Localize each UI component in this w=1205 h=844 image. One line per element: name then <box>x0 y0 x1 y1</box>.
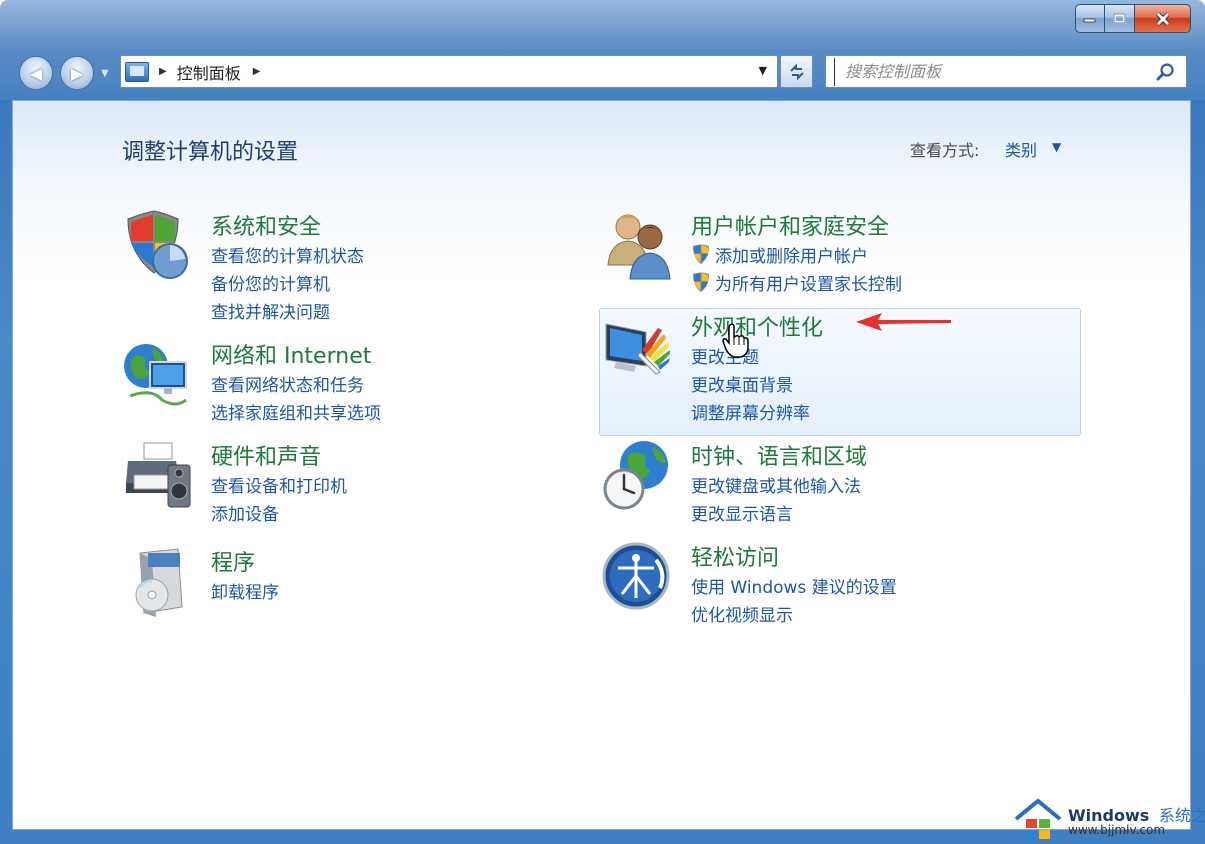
back-button[interactable]: ◀ <box>19 56 53 90</box>
display-palette-icon <box>605 323 670 375</box>
category-title[interactable]: 用户帐户和家庭安全 <box>691 209 889 241</box>
category-link-label: 添加或删除用户帐户 <box>715 247 868 267</box>
close-button[interactable] <box>1135 4 1191 33</box>
category-link[interactable]: 查看网络状态和任务 <box>211 371 364 396</box>
category-link[interactable]: 查找并解决问题 <box>211 298 330 323</box>
watermark-logo-icon <box>1014 798 1062 839</box>
category-title[interactable]: 时钟、语言和区域 <box>691 439 867 471</box>
breadcrumb-chevron-icon[interactable]: ▶ <box>253 66 261 77</box>
hand-cursor-icon <box>722 323 749 358</box>
network-globe-icon <box>124 344 187 406</box>
programs-disc-icon <box>135 548 183 617</box>
page-title: 调整计算机的设置 <box>122 140 299 165</box>
uac-shield-icon <box>693 272 709 292</box>
category-link[interactable]: 更改桌面背景 <box>691 371 793 396</box>
address-dropdown-icon[interactable]: ▼ <box>759 64 767 77</box>
users-icon <box>607 214 671 280</box>
category-title[interactable]: 外观和个性化 <box>691 310 823 342</box>
window-frame: ◀ ▶ ▼ ▶ 控制面板 ▶ ▼ 调整计算机的设置 查看方式: 类别 ▼ <box>0 0 1205 844</box>
uac-shield-icon <box>693 244 709 264</box>
category-link[interactable]: 为所有用户设置家长控制 <box>691 270 902 295</box>
back-arrow-icon: ◀ <box>29 63 43 83</box>
search-icon[interactable] <box>1156 62 1176 82</box>
address-bar[interactable]: ▶ 控制面板 ▶ ▼ <box>120 55 778 88</box>
ease-of-access-icon <box>602 542 670 610</box>
category-link-label: 为所有用户设置家长控制 <box>715 275 902 295</box>
minimize-icon <box>1083 18 1096 22</box>
recent-pages-dropdown-icon[interactable]: ▼ <box>101 68 109 79</box>
category-link[interactable]: 优化视频显示 <box>691 601 793 626</box>
view-by-label: 查看方式: <box>910 141 980 160</box>
category-link[interactable]: 选择家庭组和共享选项 <box>211 399 381 424</box>
refresh-button[interactable] <box>780 55 813 88</box>
category-title[interactable]: 网络和 Internet <box>211 338 371 370</box>
maximize-icon <box>1112 12 1126 24</box>
category-title[interactable]: 硬件和声音 <box>211 439 321 471</box>
refresh-icon <box>789 63 804 80</box>
caption-buttons <box>1075 4 1191 33</box>
printer-speaker-icon <box>126 442 191 508</box>
view-by-dropdown[interactable]: 类别 <box>1005 137 1037 161</box>
search-box[interactable] <box>825 55 1187 88</box>
control-panel-icon <box>125 61 149 82</box>
watermark-url: www.bjjmlv.com <box>1068 823 1166 837</box>
close-icon <box>1155 11 1170 26</box>
category-link[interactable]: 更改键盘或其他输入法 <box>691 472 861 497</box>
content-pane: 调整计算机的设置 查看方式: 类别 ▼ 系统和安全 查看您的计算机状态 备份您的… <box>12 100 1191 830</box>
breadcrumb-chevron-icon[interactable]: ▶ <box>159 66 167 77</box>
category-link[interactable]: 调整屏幕分辨率 <box>691 399 810 424</box>
category-link[interactable]: 备份您的计算机 <box>211 270 330 295</box>
search-input[interactable] <box>834 57 1154 86</box>
category-link[interactable]: 添加或删除用户帐户 <box>691 242 868 267</box>
shield-icon <box>127 210 188 279</box>
breadcrumb-control-panel[interactable]: 控制面板 <box>177 60 241 84</box>
category-link[interactable]: 卸载程序 <box>211 578 279 603</box>
minimize-button[interactable] <box>1075 4 1105 33</box>
watermark: Windows 系统之家 www.bjjmlv.com <box>1010 795 1205 844</box>
maximize-button[interactable] <box>1105 4 1135 33</box>
watermark-site-name: 系统之家 <box>1158 806 1205 825</box>
category-link[interactable]: 查看设备和打印机 <box>211 472 347 497</box>
category-title[interactable]: 轻松访问 <box>691 540 779 572</box>
forward-button[interactable]: ▶ <box>60 56 94 90</box>
clock-globe-icon <box>603 441 668 510</box>
category-link[interactable]: 更改显示语言 <box>691 500 793 525</box>
category-title[interactable]: 程序 <box>211 545 255 577</box>
category-link[interactable]: 查看您的计算机状态 <box>211 242 364 267</box>
category-link[interactable]: 添加设备 <box>211 500 279 525</box>
view-by-dropdown-icon[interactable]: ▼ <box>1052 140 1061 154</box>
category-title[interactable]: 系统和安全 <box>211 209 321 241</box>
annotation-arrow-icon <box>856 313 951 331</box>
forward-arrow-icon: ▶ <box>70 63 84 83</box>
category-link[interactable]: 使用 Windows 建议的设置 <box>691 573 897 598</box>
